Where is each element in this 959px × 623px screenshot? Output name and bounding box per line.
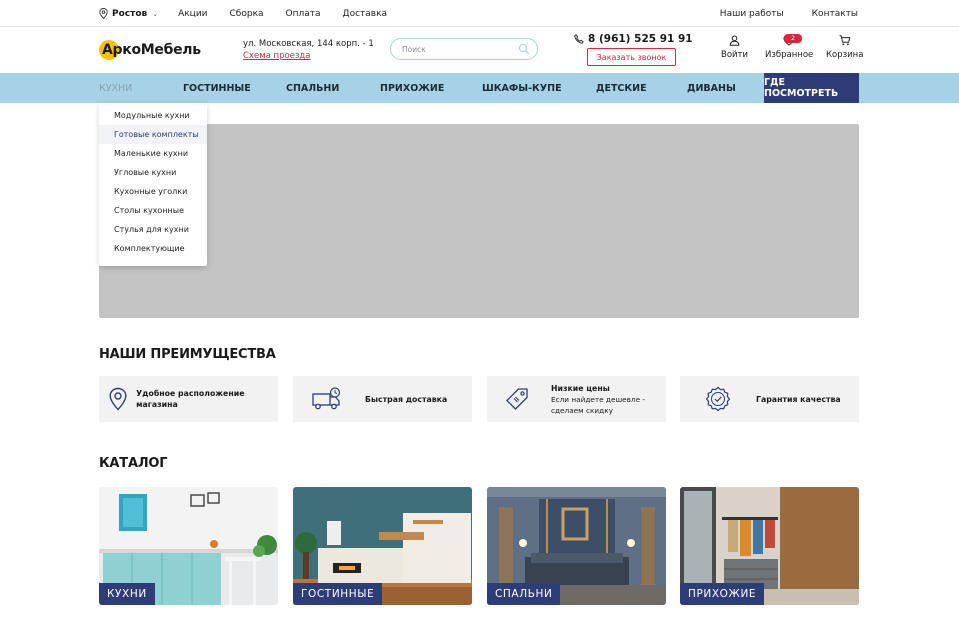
quality-badge-icon [680, 386, 756, 412]
nav-item-hallways[interactable]: ПРИХОЖИЕ [380, 73, 444, 103]
catalog-label: ПРИХОЖИЕ [680, 583, 765, 605]
price-tag-icon [487, 387, 547, 411]
advantage-title: Гарантия качества [756, 394, 841, 404]
location-pin-icon [99, 387, 136, 411]
catalog-card-hallways[interactable]: ПРИХОЖИЕ [680, 487, 859, 605]
nav-item-sofas[interactable]: ДИВАНЫ [687, 73, 736, 103]
dropdown-item-small[interactable]: Маленькие кухни [99, 144, 207, 163]
top-link-delivery[interactable]: Доставка [343, 9, 388, 19]
advantage-title: Удобное расположение магазина [136, 389, 245, 409]
top-bar-right: Наши работы Контакты [720, 0, 858, 27]
catalog-label: ГОСТИННЫЕ [293, 583, 383, 605]
logo[interactable]: АркоМебель [99, 39, 201, 61]
chevron-down-icon: ⌄ [152, 9, 159, 18]
dropdown-item-tables[interactable]: Столы кухонные [99, 201, 207, 220]
dropdown-item-modular[interactable]: Модульные кухни [99, 106, 207, 125]
advantage-location: Удобное расположение магазина [99, 376, 278, 422]
cart-icon [839, 35, 851, 46]
search-box [390, 38, 538, 60]
top-link-assembly[interactable]: Сборка [230, 9, 264, 19]
user-icon [729, 35, 740, 46]
dropdown-item-nooks[interactable]: Кухонные уголки [99, 182, 207, 201]
favorites-button[interactable]: 2 Избранное [765, 34, 814, 60]
top-link-payment[interactable]: Оплата [286, 9, 321, 19]
top-link-our-works[interactable]: Наши работы [720, 9, 784, 19]
cart-button[interactable]: Корзина [826, 35, 863, 60]
store-address: ул. Московская, 144 корп. - 1 Схема прое… [243, 38, 374, 62]
where-to-see-button[interactable]: ГДЕ ПОСМОТРЕТЬ [764, 73, 859, 103]
catalog-card-living-rooms[interactable]: ГОСТИННЫЕ [293, 487, 472, 605]
delivery-truck-icon [293, 387, 361, 411]
top-bar: Ростов ⌄ Акции Сборка Оплата Доставка На… [0, 0, 959, 27]
hero-banner[interactable] [99, 124, 859, 318]
top-link-contacts[interactable]: Контакты [812, 9, 858, 19]
nav-item-wardrobes[interactable]: ШКАФЫ-КУПЕ [482, 73, 562, 103]
advantage-subtitle-line1: Если найдете дешевле - [551, 394, 646, 404]
favorites-label: Избранное [765, 50, 814, 60]
catalog-label: СПАЛЬНИ [487, 583, 561, 605]
dropdown-item-chairs[interactable]: Стулья для кухни [99, 220, 207, 239]
advantage-delivery: Быстрая доставка [293, 376, 472, 422]
login-button[interactable]: Войти [721, 35, 748, 60]
top-link-promotions[interactable]: Акции [178, 9, 207, 19]
nav-item-kids[interactable]: ДЕТСКИЕ [596, 73, 647, 103]
nav-item-kitchens[interactable]: КУХНИ [99, 73, 132, 103]
city-selector[interactable]: Ростов ⌄ [99, 8, 158, 19]
advantages-title: НАШИ ПРЕИМУЩЕСТВА [99, 347, 276, 362]
advantage-low-prices: Низкие цены Если найдете дешевле - сдела… [487, 376, 666, 422]
search-icon[interactable] [518, 43, 530, 55]
directions-link[interactable]: Схема проезда [243, 50, 374, 62]
logo-text: АркоМебель [102, 42, 201, 58]
dropdown-item-components[interactable]: Комплектующие [99, 239, 207, 258]
callback-button[interactable]: Заказать звонок [587, 48, 676, 66]
top-bar-left: Ростов ⌄ Акции Сборка Оплата Доставка [99, 0, 409, 27]
phone-block: 8 (961) 525 91 91 Заказать звонок [574, 33, 693, 66]
catalog-label: КУХНИ [99, 583, 155, 605]
city-name: Ростов [112, 8, 148, 19]
advantage-text: Низкие цены Если найдете дешевле - сдела… [551, 383, 645, 416]
advantage-subtitle-line2: сделаем скидку [551, 405, 613, 415]
cart-label: Корзина [826, 50, 864, 60]
header: АркоМебель ул. Московская, 144 корп. - 1… [0, 27, 959, 73]
catalog-card-kitchens[interactable]: КУХНИ [99, 487, 278, 605]
advantage-title: Низкие цены [551, 383, 610, 393]
login-label: Войти [721, 50, 749, 60]
search-input[interactable] [402, 43, 512, 56]
main-nav: КУХНИ ГОСТИННЫЕ СПАЛЬНИ ПРИХОЖИЕ ШКАФЫ-К… [0, 73, 959, 103]
phone-number[interactable]: 8 (961) 525 91 91 [574, 33, 693, 45]
catalog-card-bedrooms[interactable]: СПАЛЬНИ [487, 487, 666, 605]
kitchens-dropdown-menu: Модульные кухни Готовые комплекты Малень… [99, 103, 207, 266]
catalog-title: КАТАЛОГ [99, 456, 168, 471]
phone-text: 8 (961) 525 91 91 [588, 33, 693, 45]
dropdown-item-ready-sets[interactable]: Готовые комплекты [99, 125, 207, 144]
nav-item-bedrooms[interactable]: СПАЛЬНИ [286, 73, 339, 103]
address-line: ул. Московская, 144 корп. - 1 [243, 39, 374, 49]
favorites-count-badge: 2 [784, 34, 802, 43]
dropdown-item-corner[interactable]: Угловые кухни [99, 163, 207, 182]
advantage-title: Быстрая доставка [365, 394, 448, 404]
location-pin-icon [99, 8, 108, 19]
phone-icon [574, 34, 584, 44]
nav-item-living-rooms[interactable]: ГОСТИННЫЕ [183, 73, 251, 103]
advantage-quality: Гарантия качества [680, 376, 859, 422]
